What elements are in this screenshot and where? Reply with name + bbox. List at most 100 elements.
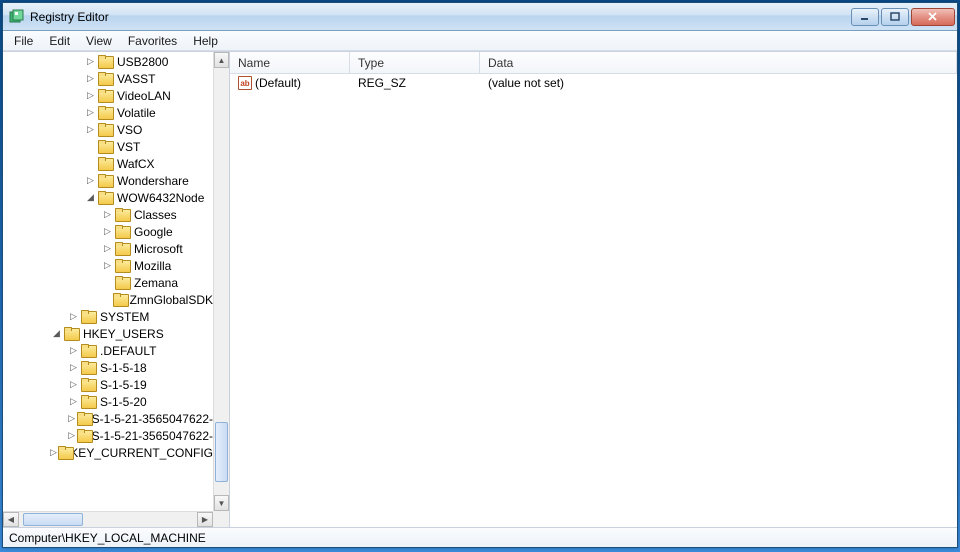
expander-icon[interactable]: ▷: [84, 174, 97, 187]
menu-view[interactable]: View: [79, 32, 119, 50]
expander-icon[interactable]: ◢: [50, 327, 63, 340]
value-row[interactable]: ab (Default) REG_SZ (value not set): [230, 74, 957, 92]
expander-icon[interactable]: ▷: [67, 395, 80, 408]
registry-editor-window: Registry Editor File Edit View Favorites…: [2, 2, 958, 548]
tree-node-vso[interactable]: ▷VSO: [3, 121, 213, 138]
tree-label: Volatile: [117, 106, 156, 120]
folder-icon: [98, 106, 114, 119]
tree-node-volatile[interactable]: ▷ Volatile: [3, 104, 213, 121]
folder-icon: [98, 89, 114, 102]
expander-icon[interactable]: ▷: [101, 225, 114, 238]
minimize-button[interactable]: [851, 8, 879, 26]
folder-icon: [81, 344, 97, 357]
list-body[interactable]: ab (Default) REG_SZ (value not set): [230, 74, 957, 527]
folder-icon: [115, 259, 131, 272]
folder-icon: [81, 361, 97, 374]
folder-icon: [58, 446, 59, 459]
tree-node-mozilla[interactable]: ▷Mozilla: [3, 257, 213, 274]
expander-icon[interactable]: ▷: [67, 429, 76, 442]
folder-icon: [64, 327, 80, 340]
scroll-right-button[interactable]: ▶: [197, 512, 213, 527]
tree-label: VideoLAN: [117, 89, 171, 103]
maximize-button[interactable]: [881, 8, 909, 26]
expander-icon[interactable]: ▷: [84, 55, 97, 68]
tree-node-classes[interactable]: ▷ Classes: [3, 206, 213, 223]
menu-file[interactable]: File: [7, 32, 40, 50]
registry-tree[interactable]: ▷ USB2800 ▷VASST ▷ VideoLAN ▷ Volatile ▷VSO…: [3, 52, 213, 462]
tree-label: Wondershare: [117, 174, 189, 188]
folder-icon: [115, 242, 131, 255]
tree-label: Classes: [134, 208, 177, 222]
expander-icon[interactable]: ▷: [67, 412, 76, 425]
scroll-thumb[interactable]: [215, 422, 228, 482]
title-bar[interactable]: Registry Editor: [3, 3, 957, 31]
tree-node-s-1-5-21-b[interactable]: ▷ S-1-5-21-3565047622-: [3, 427, 213, 444]
expander-icon[interactable]: ▷: [84, 123, 97, 136]
tree-node-wow6432node[interactable]: ◢ WOW6432Node: [3, 189, 213, 206]
folder-icon: [98, 191, 114, 204]
folder-icon: [115, 208, 131, 221]
tree-pane: ▷ USB2800 ▷VASST ▷ VideoLAN ▷ Volatile ▷VSO…: [3, 52, 230, 527]
tree-node-s-1-5-19[interactable]: ▷ S-1-5-19: [3, 376, 213, 393]
content-area: ▷ USB2800 ▷VASST ▷ VideoLAN ▷ Volatile ▷VSO…: [3, 51, 957, 527]
column-header-name[interactable]: Name: [230, 52, 350, 73]
tree-node-usb2800[interactable]: ▷ USB2800: [3, 53, 213, 70]
expander-icon[interactable]: ▷: [101, 259, 114, 272]
tree-node-vasst[interactable]: ▷VASST: [3, 70, 213, 87]
vertical-scrollbar[interactable]: ▲ ▼: [213, 52, 229, 511]
window-buttons: [851, 8, 955, 26]
list-header: Name Type Data: [230, 52, 957, 74]
folder-icon: [77, 412, 88, 425]
tree-label: S-1-5-21-3565047622-: [92, 429, 213, 443]
expander-icon[interactable]: ▷: [67, 344, 80, 357]
expander-icon[interactable]: ▷: [84, 89, 97, 102]
column-header-type[interactable]: Type: [350, 52, 480, 73]
tree-node-zemana[interactable]: Zemana: [3, 274, 213, 291]
tree-node-wafcx[interactable]: WafCX: [3, 155, 213, 172]
scroll-thumb[interactable]: [23, 513, 83, 526]
tree-node-google[interactable]: ▷Google: [3, 223, 213, 240]
tree-node-s-1-5-18[interactable]: ▷ S-1-5-18: [3, 359, 213, 376]
expander-icon[interactable]: ▷: [67, 378, 80, 391]
scroll-down-button[interactable]: ▼: [214, 495, 229, 511]
expander-icon[interactable]: ◢: [84, 191, 97, 204]
value-type: REG_SZ: [350, 74, 480, 92]
scroll-left-button[interactable]: ◀: [3, 512, 19, 527]
menu-favorites[interactable]: Favorites: [121, 32, 184, 50]
expander-icon[interactable]: ▷: [101, 208, 114, 221]
menu-edit[interactable]: Edit: [42, 32, 77, 50]
horizontal-scrollbar[interactable]: ◀ ▶: [3, 511, 213, 527]
tree-node-s-1-5-21-a[interactable]: ▷S-1-5-21-3565047622-: [3, 410, 213, 427]
tree-node-zmnglobalsdk[interactable]: ZmnGlobalSDK: [3, 291, 213, 308]
tree-node-s-1-5-20[interactable]: ▷S-1-5-20: [3, 393, 213, 410]
menu-help[interactable]: Help: [186, 32, 225, 50]
tree-label: USB2800: [117, 55, 168, 69]
expander-icon[interactable]: ▷: [67, 361, 80, 374]
tree-node-system[interactable]: ▷SYSTEM: [3, 308, 213, 325]
tree-node-videolan[interactable]: ▷ VideoLAN: [3, 87, 213, 104]
tree-label: WafCX: [117, 157, 155, 171]
tree-node-microsoft[interactable]: ▷Microsoft: [3, 240, 213, 257]
values-pane: Name Type Data ab (Default) REG_SZ (valu…: [230, 52, 957, 527]
tree-node-vst[interactable]: VST: [3, 138, 213, 155]
tree-label: S-1-5-19: [100, 378, 147, 392]
expander-icon[interactable]: ▷: [84, 72, 97, 85]
tree-label: S-1-5-18: [100, 361, 147, 375]
tree-label: WOW6432Node: [117, 191, 204, 205]
tree-node-default[interactable]: ▷.DEFAULT: [3, 342, 213, 359]
folder-icon: [81, 310, 97, 323]
column-header-data[interactable]: Data: [480, 52, 957, 73]
menu-bar: File Edit View Favorites Help: [3, 31, 957, 51]
expander-icon[interactable]: ▷: [67, 310, 80, 323]
tree-label: Zemana: [134, 276, 178, 290]
expander-icon[interactable]: ▷: [50, 446, 57, 459]
expander-icon[interactable]: ▷: [84, 106, 97, 119]
expander-icon[interactable]: ▷: [101, 242, 114, 255]
tree-node-wondershare[interactable]: ▷ Wondershare: [3, 172, 213, 189]
tree-label: VST: [117, 140, 140, 154]
tree-node-hkey-current-config[interactable]: ▷HKEY_CURRENT_CONFIG: [3, 444, 213, 461]
tree-node-hkey-users[interactable]: ◢HKEY_USERS: [3, 325, 213, 342]
scroll-up-button[interactable]: ▲: [214, 52, 229, 68]
tree-label: ZmnGlobalSDK: [130, 293, 213, 307]
close-button[interactable]: [911, 8, 955, 26]
